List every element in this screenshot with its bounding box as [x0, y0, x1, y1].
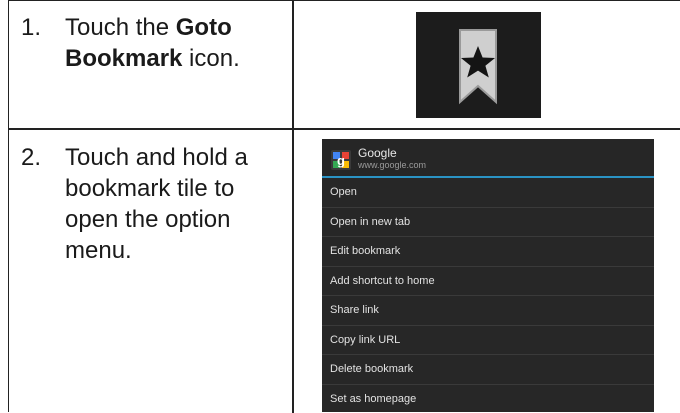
- menu-header: g Google www.google.com: [322, 139, 654, 178]
- menu-item-open-new-tab[interactable]: Open in new tab: [322, 208, 654, 237]
- menu-item-open[interactable]: Open: [322, 178, 654, 208]
- step-number: 1.: [21, 14, 42, 41]
- step-text-part: icon.: [182, 45, 240, 72]
- step-text-part: Touch the: [65, 14, 176, 41]
- menu-title: Google: [358, 146, 397, 160]
- svg-text:g: g: [337, 153, 345, 168]
- menu-item-delete-bookmark[interactable]: Delete bookmark: [322, 355, 654, 385]
- menu-url: www.google.com: [358, 160, 427, 170]
- step-text: Touch and hold a bookmark tile to open t…: [65, 144, 248, 264]
- menu-item-edit-bookmark[interactable]: Edit bookmark: [322, 237, 654, 267]
- menu-item-set-homepage[interactable]: Set as homepage: [322, 385, 654, 413]
- goto-bookmark-icon[interactable]: [416, 12, 541, 118]
- step-number: 2.: [21, 144, 42, 171]
- bookmark-star-icon: [459, 29, 497, 105]
- google-favicon-icon: g: [331, 150, 351, 170]
- menu-item-share-link[interactable]: Share link: [322, 296, 654, 326]
- menu-item-add-shortcut[interactable]: Add shortcut to home: [322, 267, 654, 296]
- step-text: Touch the Goto Bookmark icon.: [65, 12, 290, 74]
- menu-item-copy-link-url[interactable]: Copy link URL: [322, 326, 654, 355]
- bookmark-option-menu: g Google www.google.com Open Open in new…: [322, 139, 654, 412]
- row-divider: [9, 128, 680, 130]
- column-divider: [292, 1, 294, 413]
